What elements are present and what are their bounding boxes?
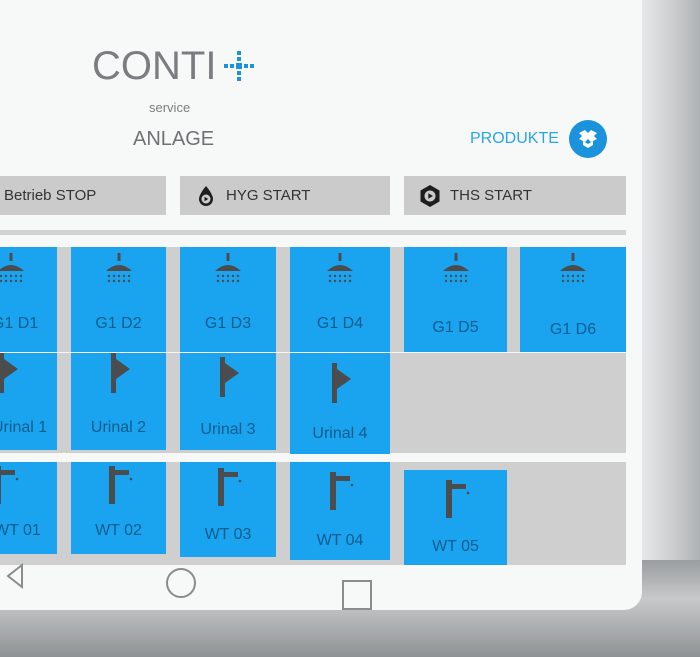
faucet-icon	[108, 466, 132, 504]
tile-label: Urinal 4	[312, 425, 368, 442]
tile-label: G1 D3	[204, 315, 252, 332]
tile-g1-d3[interactable]: G1 D3	[180, 247, 276, 352]
faucet-icon	[330, 472, 354, 510]
tile-label: G1 D2	[95, 315, 142, 332]
ths-label: THS START	[450, 187, 532, 204]
tile-urinal-4[interactable]: Urinal 4	[290, 353, 390, 454]
tile-g1-d4[interactable]: G1 D4	[290, 247, 390, 352]
produkte-label: PRODUKTE	[470, 130, 559, 147]
tile-g1-d2[interactable]: G1 D2	[71, 247, 166, 352]
tile-label: WT 01	[0, 522, 41, 539]
device-frame-right	[640, 0, 700, 657]
tile-wt-03[interactable]: WT 03	[180, 462, 276, 557]
tile-urinal-3[interactable]: Urinal 3	[180, 353, 276, 450]
page-title: ANLAGE	[133, 128, 215, 150]
subtitle-service: service	[149, 100, 191, 115]
urinal-icon	[332, 363, 351, 403]
conti-logo: CONTI	[92, 44, 256, 88]
back-icon[interactable]	[4, 562, 26, 590]
home-icon[interactable]	[164, 566, 198, 600]
logo-cross-icon	[224, 51, 255, 81]
faucet-icon	[218, 468, 242, 506]
hyg-start-button[interactable]: HYG START	[180, 176, 390, 215]
drop-play-icon	[199, 185, 213, 206]
tile-label: WT 02	[95, 522, 142, 539]
hyg-label: HYG START	[226, 187, 311, 204]
tile-label: Urinal 1	[0, 419, 48, 436]
tile-label: G1 D1	[0, 315, 39, 332]
betrieb-stop-button[interactable]: Betrieb STOP	[0, 176, 166, 215]
tile-g1-d5[interactable]: G1 D5	[404, 247, 507, 352]
tile-label: Urinal 2	[90, 419, 147, 436]
tile-wt-05[interactable]: WT 05	[404, 470, 507, 565]
divider	[0, 230, 626, 235]
tile-wt-01[interactable]: WT 01	[0, 462, 57, 554]
hexagon-play-icon	[420, 184, 440, 207]
betrieb-label: Betrieb STOP	[4, 187, 97, 204]
tile-label: WT 05	[432, 538, 479, 555]
shower-icon	[442, 253, 469, 283]
tile-label: G1 D4	[316, 315, 364, 332]
tile-label: G1 D6	[549, 321, 597, 338]
ths-start-button[interactable]: THS START	[404, 176, 626, 215]
produkte-button[interactable]: PRODUKTE	[470, 119, 607, 159]
tile-g1-d1[interactable]: G1 D1	[0, 247, 57, 352]
faucet-icon	[0, 466, 18, 504]
tile-urinal-1[interactable]: Urinal 1	[0, 353, 57, 450]
tile-wt-02[interactable]: WT 02	[71, 462, 166, 554]
tile-label: G1 D5	[432, 319, 479, 336]
tile-label: WT 04	[316, 532, 364, 549]
tile-label: Urinal 3	[200, 421, 256, 438]
tile-label: WT 03	[204, 526, 252, 543]
faucet-icon	[445, 480, 469, 518]
shower-icon	[560, 253, 586, 283]
shower-icon	[215, 253, 241, 283]
shower-icon	[0, 253, 24, 283]
tablet-screen: CONTI service ANLAGE PRODUKTE Betrieb ST…	[0, 0, 642, 610]
urinal-icon	[220, 357, 239, 397]
tile-wt-04[interactable]: WT 04	[290, 462, 390, 560]
tile-g1-d6[interactable]: G1 D6	[520, 247, 626, 352]
recents-icon[interactable]	[340, 578, 374, 610]
tile-urinal-2[interactable]: Urinal 2	[71, 353, 166, 450]
box-icon	[568, 120, 607, 158]
shower-icon	[105, 253, 132, 283]
shower-icon	[327, 253, 353, 283]
urinal-icon	[110, 353, 130, 393]
logo-text: CONTI	[92, 44, 217, 88]
urinal-icon	[0, 353, 18, 393]
